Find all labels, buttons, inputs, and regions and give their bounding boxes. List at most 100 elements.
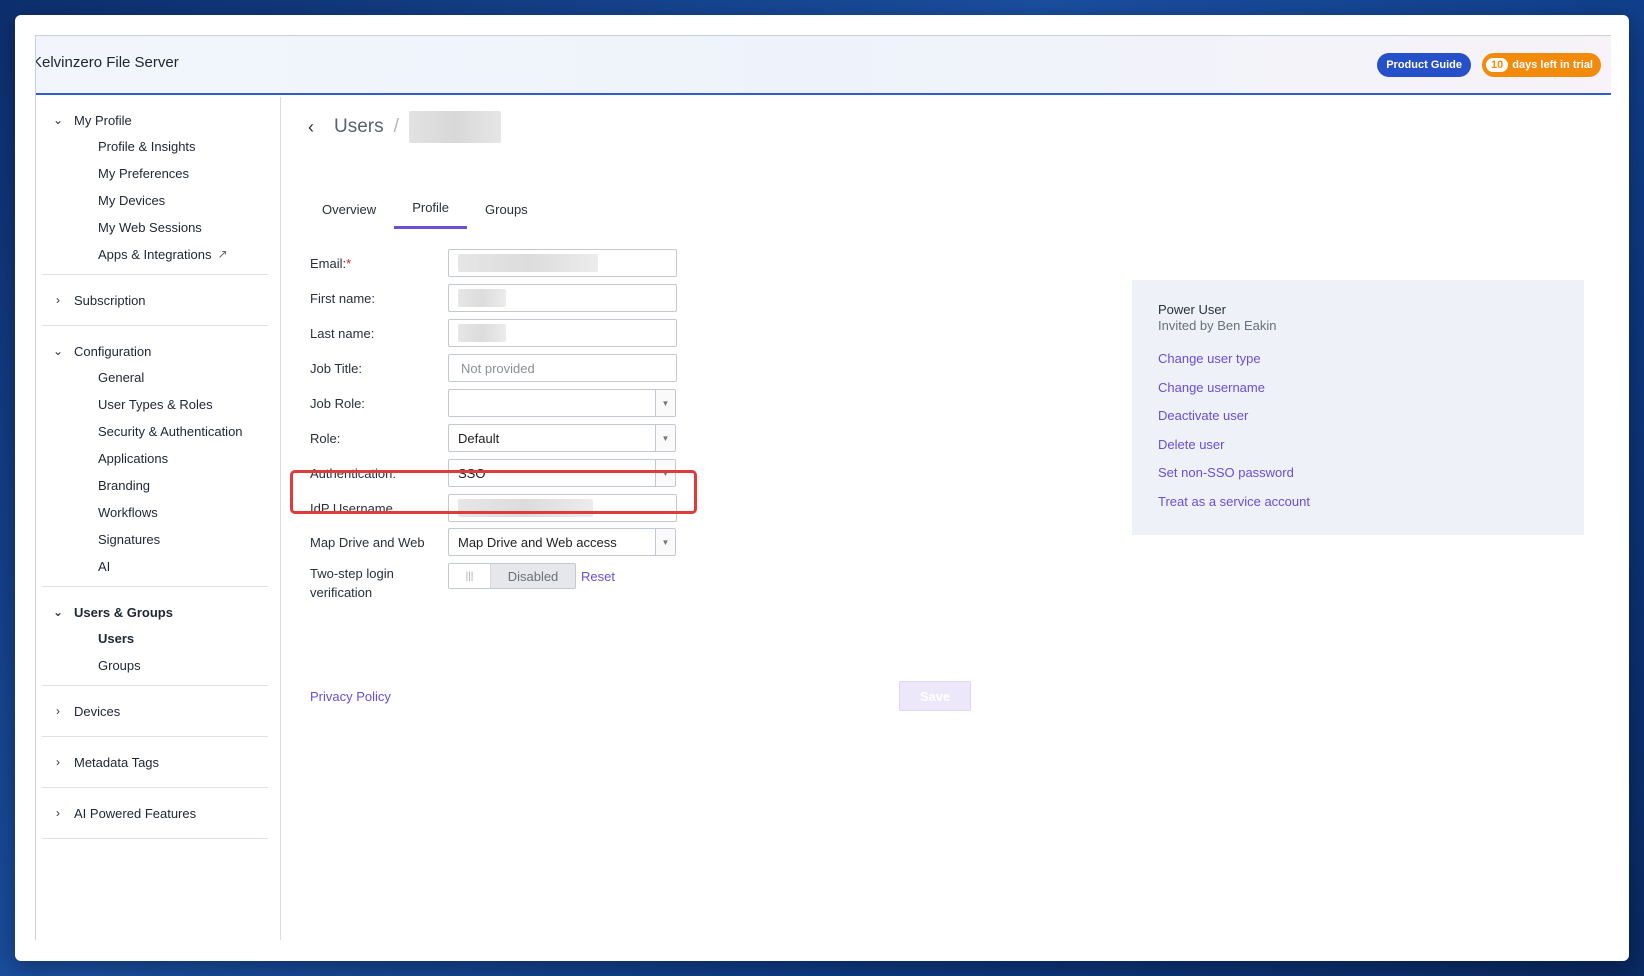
app-frame: Kelvinzero File Server Product Guide 10 …: [35, 35, 1611, 940]
sidebar-item-my-preferences[interactable]: My Preferences: [42, 160, 268, 187]
nav-section-devices: › Devices: [42, 686, 268, 737]
sidebar-item-signatures[interactable]: Signatures: [42, 526, 268, 553]
nav-head-label: Configuration: [74, 343, 152, 359]
email-redacted: [458, 254, 598, 272]
nav-section-ai-features: › AI Powered Features: [42, 788, 268, 839]
chevron-left-icon[interactable]: ‹: [308, 117, 324, 138]
role-value: Default: [458, 430, 500, 446]
sidebar-item-user-types-roles[interactable]: User Types & Roles: [42, 391, 268, 418]
role-select[interactable]: Default ▼: [448, 424, 676, 452]
breadcrumb-separator: /: [393, 116, 399, 137]
map-drive-row: Map Drive and Web Map Drive and Web acce…: [310, 528, 676, 556]
save-button[interactable]: Save: [899, 681, 971, 711]
tab-overview[interactable]: Overview: [304, 189, 394, 229]
change-user-type-link[interactable]: Change user type: [1158, 351, 1558, 380]
sidebar-item-branding[interactable]: Branding: [42, 472, 268, 499]
app-window: Kelvinzero File Server Product Guide 10 …: [15, 15, 1629, 961]
last-name-field[interactable]: [448, 319, 677, 347]
panel-links: Change user type Change username Deactiv…: [1158, 351, 1558, 522]
set-non-sso-password-link[interactable]: Set non-SSO password: [1158, 465, 1558, 494]
external-link-icon: ↗: [217, 247, 228, 261]
sidebar-item-workflows[interactable]: Workflows: [42, 499, 268, 526]
nav-head-label: Subscription: [74, 292, 146, 308]
tab-bar: Overview Profile Groups: [304, 189, 546, 229]
delete-user-link[interactable]: Delete user: [1158, 437, 1558, 466]
first-name-label: First name:: [310, 290, 376, 306]
sidebar-item-label: Groups: [98, 658, 141, 673]
two-step-label-line2: verification: [310, 585, 373, 600]
nav-head-label: Devices: [74, 703, 121, 719]
job-role-select[interactable]: ▼: [448, 389, 676, 417]
job-title-placeholder: Not provided: [461, 360, 535, 376]
deactivate-user-link[interactable]: Deactivate user: [1158, 408, 1558, 437]
sidebar-item-groups[interactable]: Groups: [42, 652, 268, 679]
sidebar-item-applications[interactable]: Applications: [42, 445, 268, 472]
sidebar-item-label: Workflows: [98, 505, 158, 520]
breadcrumb: ‹ Users /: [308, 111, 501, 143]
job-title-field[interactable]: Not provided: [448, 354, 677, 382]
tab-groups[interactable]: Groups: [467, 189, 546, 229]
sidebar-item-general[interactable]: General: [42, 364, 268, 391]
product-guide-button[interactable]: Product Guide: [1377, 53, 1471, 77]
first-name-row: First name:: [310, 284, 677, 312]
last-name-redacted: [458, 324, 506, 342]
two-step-toggle[interactable]: ||| Disabled: [448, 563, 576, 589]
authentication-value: SSO: [458, 465, 486, 481]
sidebar-item-my-web-sessions[interactable]: My Web Sessions: [42, 214, 268, 241]
sidebar-item-label: My Devices: [98, 193, 166, 208]
role-row: Role: Default ▼: [310, 424, 676, 452]
service-account-link[interactable]: Treat as a service account: [1158, 494, 1558, 523]
authentication-label: Authentication:: [310, 465, 397, 481]
nav-head-ai-features[interactable]: › AI Powered Features: [42, 800, 268, 826]
sidebar-item-label: Applications: [98, 451, 169, 466]
change-username-link[interactable]: Change username: [1158, 380, 1558, 409]
reset-link[interactable]: Reset: [581, 569, 615, 584]
email-field[interactable]: [448, 249, 677, 277]
nav-section-subscription: › Subscription: [42, 275, 268, 326]
nav-head-users-groups[interactable]: ⌄ Users & Groups: [42, 599, 268, 625]
sidebar-item-label: Signatures: [98, 532, 161, 547]
top-bar: Kelvinzero File Server Product Guide 10 …: [36, 35, 1611, 95]
sidebar-item-ai[interactable]: AI: [42, 553, 268, 580]
sidebar-item-label: Security & Authentication: [98, 424, 243, 439]
authentication-select[interactable]: SSO ▼: [448, 459, 676, 487]
first-name-redacted: [458, 289, 506, 307]
tab-profile[interactable]: Profile: [394, 189, 468, 229]
map-drive-label: Map Drive and Web: [310, 534, 425, 550]
email-label: Email:*: [310, 256, 448, 271]
nav-head-metadata-tags[interactable]: › Metadata Tags: [42, 749, 268, 775]
sidebar-item-apps-integrations[interactable]: Apps & Integrations ↗: [42, 241, 268, 268]
first-name-field[interactable]: [448, 284, 677, 312]
chevron-right-icon: ›: [56, 704, 60, 718]
invited-by-text: Invited by Ben Eakin: [1158, 318, 1277, 333]
sidebar-item-my-devices[interactable]: My Devices: [42, 187, 268, 214]
email-row: Email:*: [310, 249, 677, 277]
sidebar-item-label: General: [98, 370, 145, 385]
two-step-label-line1: Two-step login: [310, 566, 394, 581]
sidebar: ⌄ My Profile Profile & Insights My Prefe…: [36, 97, 281, 940]
last-name-label: Last name:: [310, 325, 375, 341]
idp-username-field[interactable]: [448, 494, 677, 522]
sidebar-item-label: Branding: [98, 478, 151, 493]
sidebar-item-label: Users: [98, 631, 135, 646]
breadcrumb-users-link[interactable]: Users: [334, 116, 384, 138]
privacy-policy-link[interactable]: Privacy Policy: [310, 689, 391, 704]
nav-head-configuration[interactable]: ⌄ Configuration: [42, 338, 268, 364]
map-drive-select[interactable]: Map Drive and Web access ▼: [448, 528, 676, 556]
chevron-right-icon: ›: [56, 806, 60, 820]
idp-username-label: IdP Username: [310, 500, 393, 516]
nav-head-subscription[interactable]: › Subscription: [42, 287, 268, 313]
nav-head-my-profile[interactable]: ⌄ My Profile: [42, 107, 268, 133]
dropdown-arrow-icon: ▼: [655, 425, 675, 451]
sidebar-item-users[interactable]: Users: [42, 625, 268, 652]
nav-head-label: Metadata Tags: [74, 754, 160, 770]
chevron-down-icon: ⌄: [52, 605, 64, 619]
job-title-label: Job Title:: [310, 360, 363, 376]
sidebar-item-security-authentication[interactable]: Security & Authentication: [42, 418, 268, 445]
nav-head-devices[interactable]: › Devices: [42, 698, 268, 724]
trial-badge[interactable]: 10 days left in trial: [1482, 53, 1601, 77]
chevron-down-icon: ⌄: [52, 113, 64, 127]
map-drive-value: Map Drive and Web access: [458, 534, 617, 550]
chevron-right-icon: ›: [56, 293, 60, 307]
sidebar-item-profile-insights[interactable]: Profile & Insights: [42, 133, 268, 160]
